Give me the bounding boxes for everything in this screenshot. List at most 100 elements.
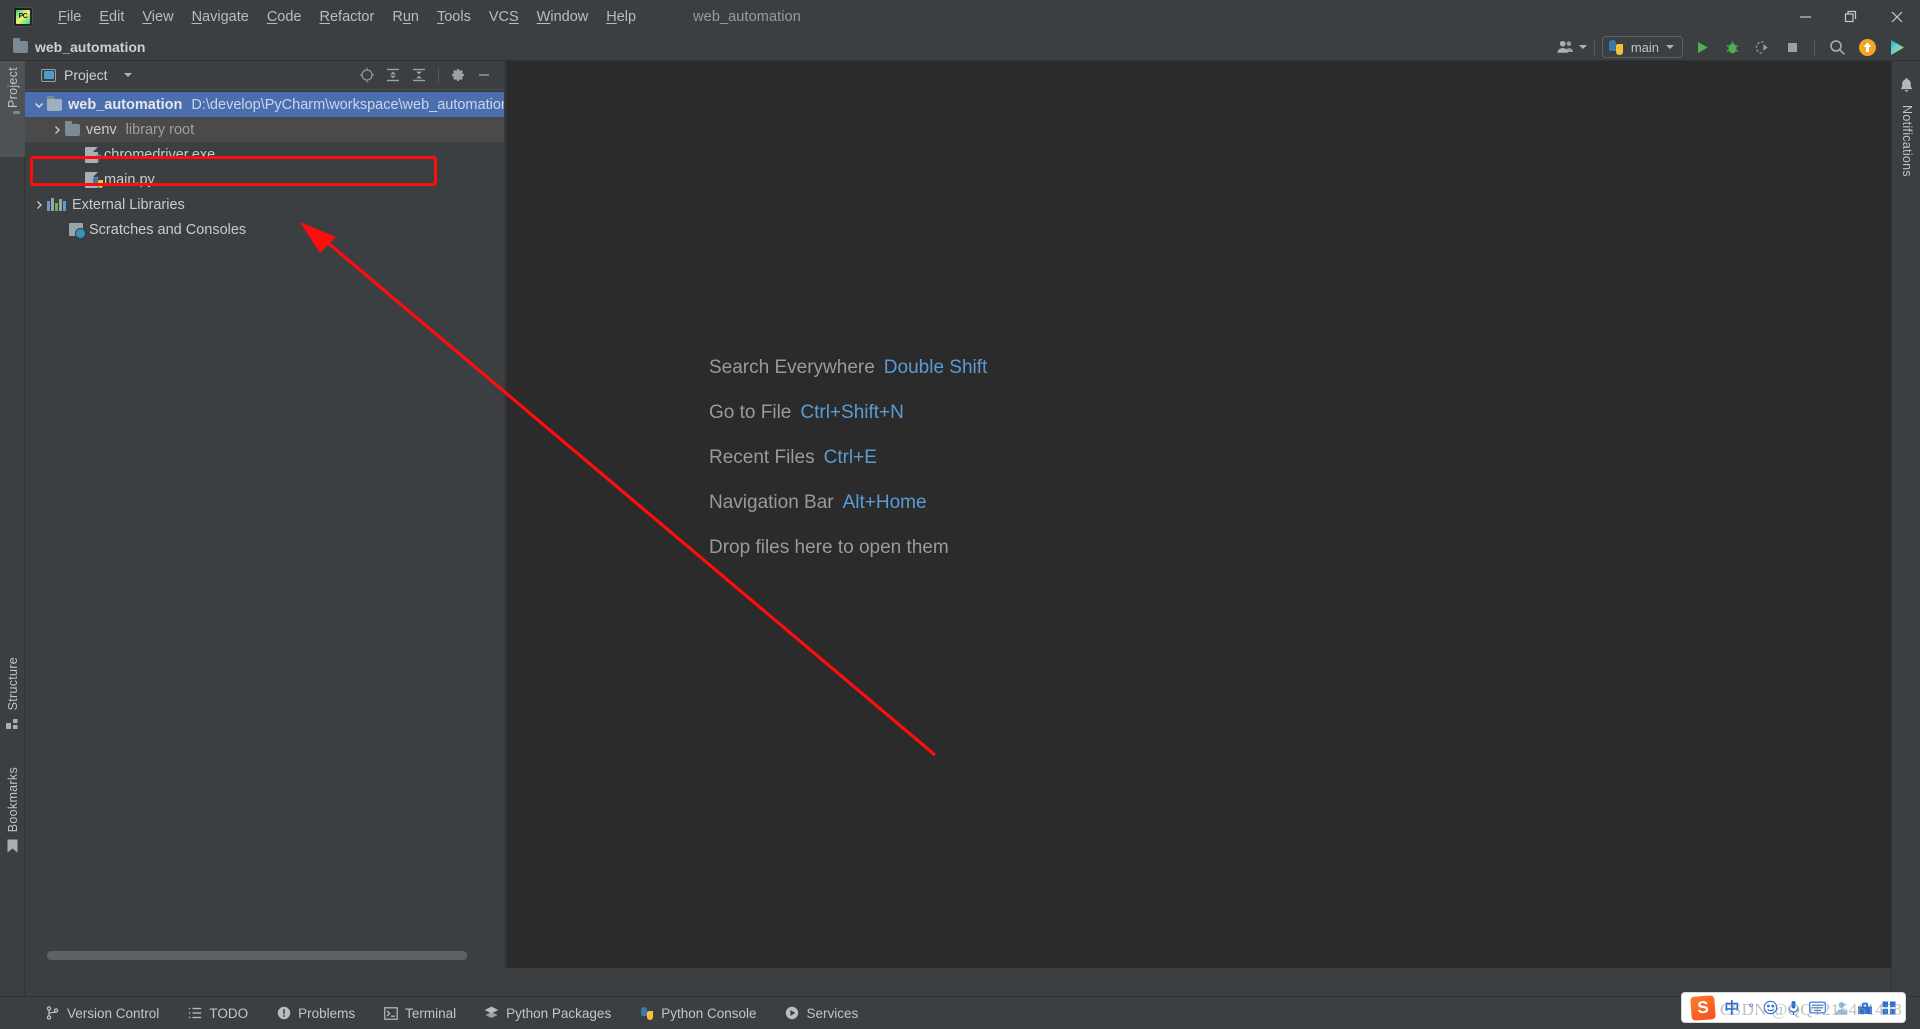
user-icon[interactable] (1835, 1001, 1848, 1015)
status-item-python-packages[interactable]: Python Packages (470, 997, 625, 1029)
menu-bar: File Edit View Navigate Code Refactor Ru… (0, 0, 1920, 33)
status-item-label: Problems (298, 1005, 356, 1021)
ai-assistant-icon[interactable] (1882, 34, 1912, 60)
project-panel-toolbar (355, 63, 496, 87)
tree-row[interactable]: web_automation D:\develop\PyCharm\worksp… (25, 92, 504, 117)
project-view-icon (41, 68, 56, 82)
hint-label: Navigation Bar (709, 492, 834, 513)
menu-refactor[interactable]: Refactor (311, 6, 384, 28)
status-item-label: Python Packages (506, 1005, 612, 1021)
toolbar-divider-2 (1814, 38, 1815, 56)
services-icon (785, 1006, 800, 1021)
horizontal-scrollbar[interactable] (33, 951, 495, 960)
status-item-problems[interactable]: Problems (262, 997, 369, 1029)
packages-icon (484, 1006, 499, 1021)
hint-shortcut: Ctrl+E (823, 447, 877, 468)
expand-all-icon[interactable] (381, 63, 405, 87)
user-account-icon[interactable] (1557, 34, 1587, 60)
chevron-down-icon[interactable] (123, 73, 132, 77)
minimize-icon[interactable] (1782, 0, 1828, 33)
ime-toolbar[interactable]: S 中 ° (1682, 993, 1905, 1022)
problems-icon (276, 1006, 291, 1021)
tree-row[interactable]: venv library root (25, 117, 504, 142)
toolbox-icon[interactable] (1857, 1001, 1873, 1015)
apps-icon[interactable] (1882, 1001, 1896, 1015)
sidebar-item-label: Project (5, 67, 20, 109)
run-icon[interactable] (1687, 34, 1717, 60)
folder-icon (13, 37, 28, 53)
status-bar-tool-buttons: Version Control TODO Problems Terminal P… (31, 997, 872, 1029)
update-project-icon[interactable] (1852, 34, 1882, 60)
debug-icon[interactable] (1717, 34, 1747, 60)
search-icon[interactable] (1822, 34, 1852, 60)
run-configuration-name: main (1630, 39, 1659, 55)
python-icon (1609, 39, 1624, 55)
close-icon[interactable] (1874, 0, 1920, 33)
status-item-terminal[interactable]: Terminal (369, 997, 470, 1029)
restore-icon[interactable] (1828, 0, 1874, 33)
menu-code[interactable]: Code (258, 6, 311, 28)
menu-help[interactable]: Help (597, 6, 645, 28)
sogou-ime-logo[interactable]: S (1690, 994, 1717, 1021)
ime-language-indicator[interactable]: 中 (1724, 997, 1739, 1018)
sidebar-item-project[interactable]: Project (0, 61, 25, 157)
stop-icon[interactable] (1777, 34, 1807, 60)
bell-icon[interactable] (1899, 77, 1914, 98)
run-with-coverage-icon[interactable] (1747, 34, 1777, 60)
menu-edit[interactable]: Edit (90, 6, 133, 28)
hide-panel-icon[interactable] (472, 63, 496, 87)
menu-view[interactable]: View (133, 6, 182, 28)
structure-icon (6, 717, 19, 735)
python-file-icon (85, 171, 103, 188)
unknown-file-icon: ? (85, 146, 102, 164)
project-tool-window: Project web_automation D:\develop\PyChar… (25, 61, 505, 968)
chevron-down-icon (1666, 45, 1674, 49)
scrollbar-thumb[interactable] (47, 951, 467, 960)
hint-recent-files: Recent Files Ctrl+E (709, 447, 987, 469)
menu-navigate[interactable]: Navigate (183, 6, 258, 28)
sidebar-item-bookmarks[interactable]: Bookmarks (0, 761, 25, 871)
status-item-services[interactable]: Services (771, 997, 873, 1029)
chevron-down-icon[interactable] (31, 100, 47, 110)
status-item-version-control[interactable]: Version Control (31, 997, 173, 1029)
status-item-todo[interactable]: TODO (173, 997, 262, 1029)
hint-search-everywhere: Search Everywhere Double Shift (709, 357, 987, 379)
menu-tools[interactable]: Tools (428, 6, 480, 28)
branch-icon (45, 1006, 60, 1021)
project-panel-title-group[interactable]: Project (41, 67, 132, 83)
sidebar-item-structure[interactable]: Structure (0, 651, 25, 747)
tree-row[interactable]: ? chromedriver.exe (25, 142, 504, 167)
collapse-all-icon[interactable] (407, 63, 431, 87)
tree-row[interactable]: main.py (25, 167, 504, 192)
ime-mode-indicator[interactable]: ° (1748, 1000, 1754, 1016)
sidebar-item-notifications[interactable]: Notifications (1900, 105, 1914, 177)
menu-vcs[interactable]: VCS (480, 6, 528, 28)
right-tool-rail: Notifications (1891, 61, 1920, 1029)
voice-input-icon[interactable] (1787, 1000, 1800, 1015)
status-item-label: Services (806, 1005, 859, 1021)
menu-window[interactable]: Window (528, 6, 598, 28)
chevron-right-icon[interactable] (31, 200, 47, 210)
status-item-label: Version Control (67, 1005, 160, 1021)
chevron-right-icon[interactable] (49, 125, 65, 135)
emoji-icon[interactable] (1763, 1000, 1778, 1015)
menu-run[interactable]: Run (383, 6, 428, 28)
folder-icon (65, 120, 80, 136)
keyboard-icon[interactable] (1809, 1001, 1826, 1014)
tree-node-tag: library root (125, 121, 195, 138)
tree-row[interactable]: Scratches and Consoles (25, 217, 504, 242)
gear-icon[interactable] (446, 63, 470, 87)
panel-title: Project (64, 67, 108, 83)
menu-file[interactable]: File (49, 6, 90, 28)
window-title: web_automation (693, 8, 801, 25)
python-console-icon (639, 1006, 654, 1021)
status-item-python-console[interactable]: Python Console (625, 997, 770, 1029)
run-configuration-selector[interactable]: main (1601, 36, 1683, 58)
libraries-icon (47, 198, 66, 211)
todo-list-icon (187, 1006, 202, 1021)
navigation-bar: web_automation main (0, 33, 1920, 61)
select-opened-file-icon[interactable] (355, 63, 379, 87)
bookmark-icon (7, 839, 18, 858)
breadcrumb[interactable]: web_automation (13, 37, 145, 55)
tree-row[interactable]: External Libraries (25, 192, 504, 217)
